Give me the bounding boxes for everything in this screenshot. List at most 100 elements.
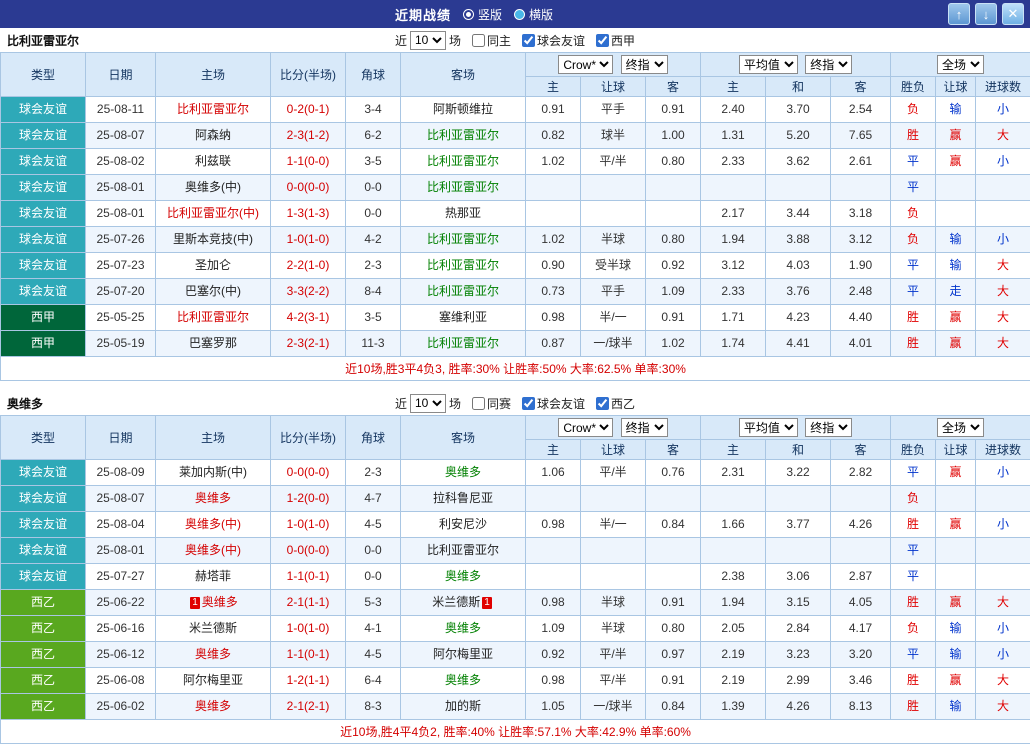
league-type-cell: 西乙 — [1, 590, 86, 616]
away-team-name[interactable]: 奥维多 — [445, 621, 481, 635]
home-team-name[interactable]: 奥维多(中) — [185, 543, 241, 557]
home-team-name[interactable]: 米兰德斯 — [189, 621, 237, 635]
euro-odds-cell — [831, 538, 891, 564]
home-team-name[interactable]: 阿森纳 — [195, 128, 231, 142]
away-team-name[interactable]: 比利亚雷亚尔 — [427, 128, 499, 142]
filter-controls: 近 10 场 同主 球会友谊 西甲 — [395, 31, 635, 50]
home-team-name[interactable]: 利兹联 — [195, 154, 231, 168]
friendly-filter[interactable]: 球会友谊 — [514, 395, 585, 412]
final-euro-select[interactable]: 终指 — [805, 55, 852, 74]
friendly-filter[interactable]: 球会友谊 — [514, 32, 585, 49]
home-team-name[interactable]: 奥维多(中) — [185, 517, 241, 531]
league-checkbox[interactable] — [596, 34, 609, 47]
match-count-select[interactable]: 10 — [410, 394, 446, 413]
outcome-cell — [976, 175, 1030, 201]
away-team-name[interactable]: 拉科鲁尼亚 — [433, 491, 493, 505]
scope-select[interactable]: 全场 — [937, 418, 984, 437]
euro-odds-cell: 3.22 — [766, 460, 831, 486]
euro-odds-cell — [701, 175, 766, 201]
outcome-cell — [976, 486, 1030, 512]
home-team-name[interactable]: 奥维多 — [195, 699, 231, 713]
friendly-checkbox[interactable] — [522, 34, 535, 47]
horizontal-layout-radio[interactable]: 横版 — [514, 6, 553, 23]
home-team-name[interactable]: 比利亚雷亚尔 — [177, 310, 249, 324]
away-team-name[interactable]: 塞维利亚 — [439, 310, 487, 324]
away-team-name[interactable]: 米兰德斯 — [432, 595, 480, 609]
same-venue-filter[interactable]: 同主 — [464, 32, 511, 49]
away-team-name[interactable]: 比利亚雷亚尔 — [427, 336, 499, 350]
away-team-name[interactable]: 比利亚雷亚尔 — [427, 180, 499, 194]
away-team-name[interactable]: 加的斯 — [445, 699, 481, 713]
match-count-select[interactable]: 10 — [410, 31, 446, 50]
friendly-checkbox[interactable] — [522, 397, 535, 410]
away-team-name[interactable]: 阿斯顿维拉 — [433, 102, 493, 116]
home-team-name[interactable]: 比利亚雷亚尔 — [177, 102, 249, 116]
home-team-name[interactable]: 莱加内斯(中) — [179, 465, 247, 479]
home-team-name[interactable]: 奥维多 — [195, 491, 231, 505]
league-checkbox[interactable] — [596, 397, 609, 410]
euro-odds-cell — [831, 486, 891, 512]
final-euro-select[interactable]: 终指 — [805, 418, 852, 437]
euro-odds-cell: 3.12 — [831, 227, 891, 253]
same-competition-filter[interactable]: 同赛 — [464, 395, 511, 412]
match-row: 球会友谊25-07-23圣加仑2-2(1-0)2-3比利亚雷亚尔0.90受半球0… — [1, 253, 1030, 279]
date-cell: 25-05-25 — [86, 305, 156, 331]
asia-odds-cell: 0.98 — [526, 668, 581, 694]
league-filter[interactable]: 西甲 — [588, 32, 635, 49]
home-team-name[interactable]: 阿尔梅里亚 — [183, 673, 243, 687]
away-team-name[interactable]: 热那亚 — [445, 206, 481, 220]
vertical-layout-radio[interactable]: 竖版 — [463, 6, 502, 23]
same-venue-label: 同主 — [487, 32, 511, 49]
home-team-name[interactable]: 奥维多 — [195, 647, 231, 661]
home-team-name[interactable]: 巴塞罗那 — [189, 336, 237, 350]
same-competition-checkbox[interactable] — [472, 397, 485, 410]
home-team-name[interactable]: 赫塔菲 — [195, 569, 231, 583]
away-team-name[interactable]: 奥维多 — [445, 465, 481, 479]
home-team-name[interactable]: 奥维多 — [202, 595, 238, 609]
home-team-name[interactable]: 比利亚雷亚尔(中) — [167, 206, 259, 220]
date-cell: 25-05-19 — [86, 331, 156, 357]
average-odds-select[interactable]: 平均值 — [739, 418, 798, 437]
vertical-layout-label: 竖版 — [478, 6, 502, 23]
outcome-cell: 赢 — [936, 331, 976, 357]
away-team-name[interactable]: 比利亚雷亚尔 — [427, 258, 499, 272]
col-result-wl: 胜负 — [891, 77, 936, 97]
league-filter[interactable]: 西乙 — [588, 395, 635, 412]
date-cell: 25-08-11 — [86, 97, 156, 123]
final-odds-select[interactable]: 终指 — [621, 55, 668, 74]
asia-odds-cell — [646, 175, 701, 201]
same-venue-checkbox[interactable] — [472, 34, 485, 47]
home-team-name[interactable]: 巴塞尔(中) — [185, 284, 241, 298]
away-team-name[interactable]: 奥维多 — [445, 569, 481, 583]
away-team-name[interactable]: 阿尔梅里亚 — [433, 647, 493, 661]
asia-odds-cell: 0.87 — [526, 331, 581, 357]
euro-odds-cell: 2.99 — [766, 668, 831, 694]
average-odds-select[interactable]: 平均值 — [739, 55, 798, 74]
home-team-name[interactable]: 奥维多(中) — [185, 180, 241, 194]
move-up-button[interactable]: ↑ — [948, 3, 970, 25]
final-odds-select[interactable]: 终指 — [621, 418, 668, 437]
outcome-cell: 输 — [936, 616, 976, 642]
score-cell: 1-1(0-0) — [271, 149, 346, 175]
home-team-cell: 里斯本竞技(中) — [156, 227, 271, 253]
close-button[interactable]: ✕ — [1002, 3, 1024, 25]
outcome-cell: 胜 — [891, 305, 936, 331]
league-type-cell: 球会友谊 — [1, 175, 86, 201]
away-team-name[interactable]: 比利亚雷亚尔 — [427, 232, 499, 246]
bookmaker-select[interactable]: Crow* — [558, 418, 613, 437]
bookmaker-select[interactable]: Crow* — [558, 55, 613, 74]
outcome-cell: 平 — [891, 253, 936, 279]
score-cell: 1-2(1-1) — [271, 668, 346, 694]
scope-select[interactable]: 全场 — [937, 55, 984, 74]
away-team-name[interactable]: 利安尼沙 — [439, 517, 487, 531]
away-team-name[interactable]: 比利亚雷亚尔 — [427, 284, 499, 298]
recent-results-table: 类型 日期 主场 比分(半场) 角球 客场 Crow* 终指 平均值 终指 全场 — [0, 415, 1030, 744]
col-euro-home: 主 — [701, 77, 766, 97]
corner-cell: 5-3 — [346, 590, 401, 616]
home-team-name[interactable]: 里斯本竞技(中) — [173, 232, 253, 246]
away-team-name[interactable]: 比利亚雷亚尔 — [427, 543, 499, 557]
move-down-button[interactable]: ↓ — [975, 3, 997, 25]
away-team-name[interactable]: 奥维多 — [445, 673, 481, 687]
away-team-name[interactable]: 比利亚雷亚尔 — [427, 154, 499, 168]
home-team-name[interactable]: 圣加仑 — [195, 258, 231, 272]
